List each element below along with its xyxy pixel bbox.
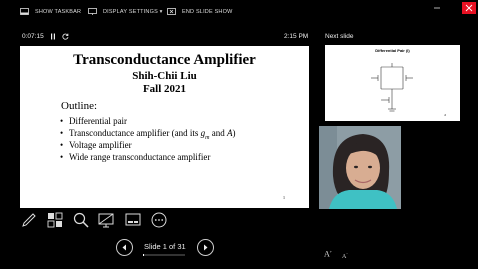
taskbar-icon xyxy=(20,8,29,15)
list-item: Differential pair xyxy=(60,115,235,127)
show-taskbar-label: SHOW TASKBAR xyxy=(35,8,82,15)
subtitles-icon xyxy=(125,213,141,226)
zoom-button[interactable] xyxy=(73,212,89,228)
next-slide-page-number: 2 xyxy=(444,113,446,117)
minimize-icon xyxy=(434,7,440,9)
next-slide-label: Next slide xyxy=(325,33,354,40)
outline-heading: Outline: xyxy=(61,100,98,112)
close-icon xyxy=(465,4,473,12)
next-slide-preview[interactable]: Differential Pair (I) 2 xyxy=(325,45,460,121)
previous-slide-button[interactable] xyxy=(116,239,133,256)
slide-author: Shih-Chii Liu xyxy=(132,70,197,82)
slide-page-number: 1 xyxy=(283,195,285,200)
decrease-font-button[interactable]: A- xyxy=(342,251,348,260)
end-slide-show-button[interactable]: END SLIDE SHOW xyxy=(167,8,232,15)
restart-icon xyxy=(62,33,69,40)
close-button[interactable] xyxy=(462,2,476,14)
clock: 2:15 PM xyxy=(284,33,309,40)
screen-black-icon xyxy=(98,213,114,228)
current-slide[interactable]: Transconductance Amplifier Shih-Chii Liu… xyxy=(20,46,309,208)
list-item: Voltage amplifier xyxy=(60,139,235,151)
minimize-button[interactable] xyxy=(431,2,443,14)
slide-term: Fall 2021 xyxy=(142,83,187,95)
end-slide-show-label: END SLIDE SHOW xyxy=(182,8,233,15)
next-arrow-icon xyxy=(204,244,208,251)
slide-progress-fill xyxy=(143,254,145,256)
slide-counter: Slide 1 of 31 xyxy=(144,242,186,251)
pause-timer-button[interactable] xyxy=(50,33,56,42)
end-show-icon xyxy=(167,8,176,15)
prev-arrow-icon xyxy=(122,244,126,251)
show-taskbar-button[interactable]: SHOW TASKBAR xyxy=(20,8,81,15)
increase-font-button[interactable]: A+ xyxy=(324,249,332,259)
next-slide-button[interactable] xyxy=(197,239,214,256)
subtitles-button[interactable] xyxy=(125,212,141,228)
presenter-video xyxy=(319,126,401,209)
webcam-feed xyxy=(319,126,401,209)
pen-tool-button[interactable] xyxy=(21,212,37,228)
see-all-slides-button[interactable] xyxy=(47,212,63,228)
zoom-icon xyxy=(73,212,89,228)
list-item: Transconductance amplifier (and its gm a… xyxy=(60,127,235,141)
outline-list: Differential pair Transconductance ampli… xyxy=(60,115,235,163)
more-options-icon xyxy=(151,212,167,228)
display-settings-button[interactable]: DISPLAY SETTINGS ▾ xyxy=(88,8,163,15)
slides-grid-icon xyxy=(47,212,63,228)
restart-timer-button[interactable] xyxy=(62,33,69,42)
display-settings-icon xyxy=(88,8,97,15)
display-settings-label: DISPLAY SETTINGS ▾ xyxy=(103,8,163,15)
slide-title: Transconductance Amplifier xyxy=(73,52,256,68)
list-item: Wide range transconductance amplifier xyxy=(60,151,235,163)
black-screen-button[interactable] xyxy=(98,212,114,228)
pen-icon xyxy=(22,213,36,227)
pause-icon xyxy=(51,33,55,40)
circuit-diagram xyxy=(371,63,413,112)
elapsed-timer: 0:07:15 xyxy=(22,33,44,40)
more-options-button[interactable] xyxy=(151,212,167,228)
next-slide-title: Differential Pair (I) xyxy=(375,48,410,53)
slide-progress-bar xyxy=(143,254,185,256)
